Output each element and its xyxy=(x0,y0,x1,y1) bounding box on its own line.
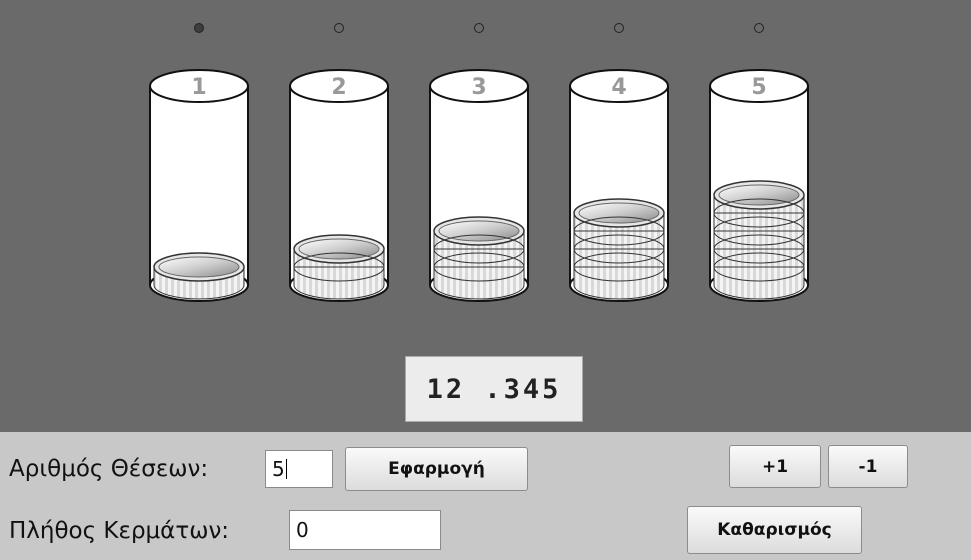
apply-button[interactable]: Εφαρμογή xyxy=(345,447,528,491)
coin-edge xyxy=(713,266,805,300)
column-label: 2 xyxy=(331,75,346,100)
coins-count-field[interactable]: 0 xyxy=(289,510,441,550)
control-panel: Αριθμός Θέσεων: 5 Εφαρμογή +1 -1 Πλήθος … xyxy=(0,432,971,560)
position-dot-5[interactable] xyxy=(754,23,764,33)
number-display: 12 .345 xyxy=(405,356,583,422)
column-3[interactable]: 3 xyxy=(429,69,529,302)
position-dot-1[interactable] xyxy=(194,23,204,33)
positions-label: Αριθμός Θέσεων: xyxy=(9,456,209,482)
column-1[interactable]: 1 xyxy=(149,69,249,302)
minus-one-button[interactable]: -1 xyxy=(828,445,908,488)
column-label: 4 xyxy=(611,75,626,100)
clear-button[interactable]: Καθαρισμός xyxy=(687,506,862,554)
coin xyxy=(153,252,245,300)
positions-input[interactable]: 5 xyxy=(265,450,333,488)
column-2[interactable]: 2 xyxy=(289,69,389,302)
coin-stage: 1 2 3 4 5 12 .345 xyxy=(0,0,971,432)
position-dot-2[interactable] xyxy=(334,23,344,33)
text-caret xyxy=(285,459,287,479)
position-dot-4[interactable] xyxy=(614,23,624,33)
coin-edge xyxy=(433,266,525,300)
position-dot-3[interactable] xyxy=(474,23,484,33)
column-label: 3 xyxy=(471,75,486,100)
column-label: 1 xyxy=(191,75,206,100)
plus-one-button[interactable]: +1 xyxy=(729,445,821,488)
positions-value: 5 xyxy=(272,457,285,481)
coins-label: Πλήθος Κερμάτων: xyxy=(9,518,230,544)
column-label: 5 xyxy=(751,75,766,100)
coin-face xyxy=(158,256,240,278)
column-4[interactable]: 4 xyxy=(569,69,669,302)
coin-edge xyxy=(573,266,665,300)
column-5[interactable]: 5 xyxy=(709,69,809,302)
coin-edge xyxy=(293,266,385,300)
